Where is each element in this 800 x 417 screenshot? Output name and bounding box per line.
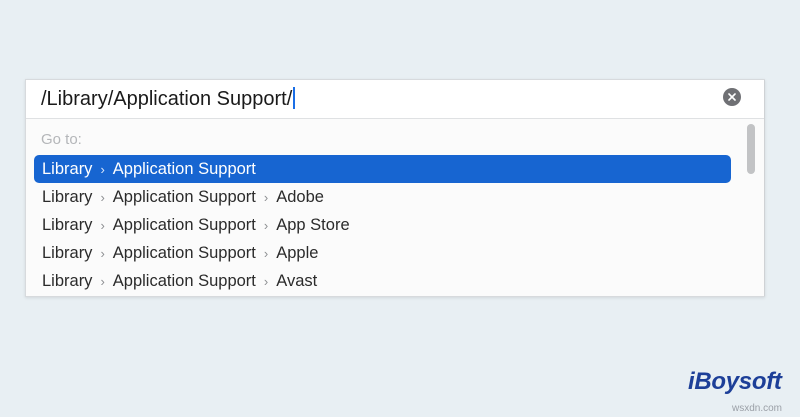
suggestion-row[interactable]: Library › Application Support xyxy=(34,155,731,183)
suggestion-row[interactable]: Library › Application Support › Apple xyxy=(34,239,731,267)
path-segment: Application Support xyxy=(112,271,256,290)
path-segment: Apple xyxy=(276,243,319,262)
path-segment: Library xyxy=(42,187,93,206)
scrollbar-thumb[interactable] xyxy=(747,124,755,174)
chevron-right-icon: › xyxy=(263,189,269,205)
path-segment: Library xyxy=(42,243,93,262)
clear-button[interactable] xyxy=(723,88,741,106)
chevron-right-icon: › xyxy=(263,245,269,261)
close-icon xyxy=(728,93,736,101)
path-segment: Library xyxy=(42,215,93,234)
suggestion-row[interactable]: Library › Application Support › Adobe xyxy=(34,183,731,211)
path-segment: Avast xyxy=(276,271,318,290)
path-segment: Application Support xyxy=(112,243,256,262)
scrollbar[interactable] xyxy=(745,124,757,294)
suggestion-row[interactable]: Library › Application Support › Avast xyxy=(34,267,731,295)
go-to-folder-dialog: /Library/Application Support/ Go to: Lib… xyxy=(25,79,765,297)
path-segment: Library xyxy=(42,271,93,290)
path-segment: Application Support xyxy=(112,215,256,234)
path-segment: Application Support xyxy=(112,159,256,178)
suggestion-row[interactable]: Library › Application Support › App Store xyxy=(34,211,731,239)
iboysoft-logo: iBoysoft xyxy=(688,368,782,395)
path-input[interactable]: /Library/Application Support/ xyxy=(41,85,296,113)
chevron-right-icon: › xyxy=(100,245,105,261)
path-segment: Adobe xyxy=(276,187,324,206)
chevron-right-icon: › xyxy=(100,189,105,205)
suggestions-list: Library › Application Support Library › Appli… xyxy=(34,155,731,295)
chevron-right-icon: › xyxy=(100,273,105,289)
chevron-right-icon: › xyxy=(263,217,269,233)
path-segment: Library xyxy=(42,159,93,178)
chevron-right-icon: › xyxy=(263,273,269,289)
path-input-row: /Library/Application Support/ xyxy=(26,80,764,119)
path-segment: App Store xyxy=(276,215,350,234)
dialog-edge xyxy=(764,80,765,296)
path-segment: Application Support xyxy=(112,187,256,206)
chevron-right-icon: › xyxy=(100,161,105,177)
path-input-value: /Library/Application Support/ xyxy=(41,88,293,110)
chevron-right-icon: › xyxy=(100,217,105,233)
suggestions-panel: Go to: Library › Application Support Librar… xyxy=(26,119,764,296)
goto-label: Go to: xyxy=(41,131,82,148)
watermark-text: wsxdn.com xyxy=(732,403,783,414)
text-caret xyxy=(293,87,296,109)
